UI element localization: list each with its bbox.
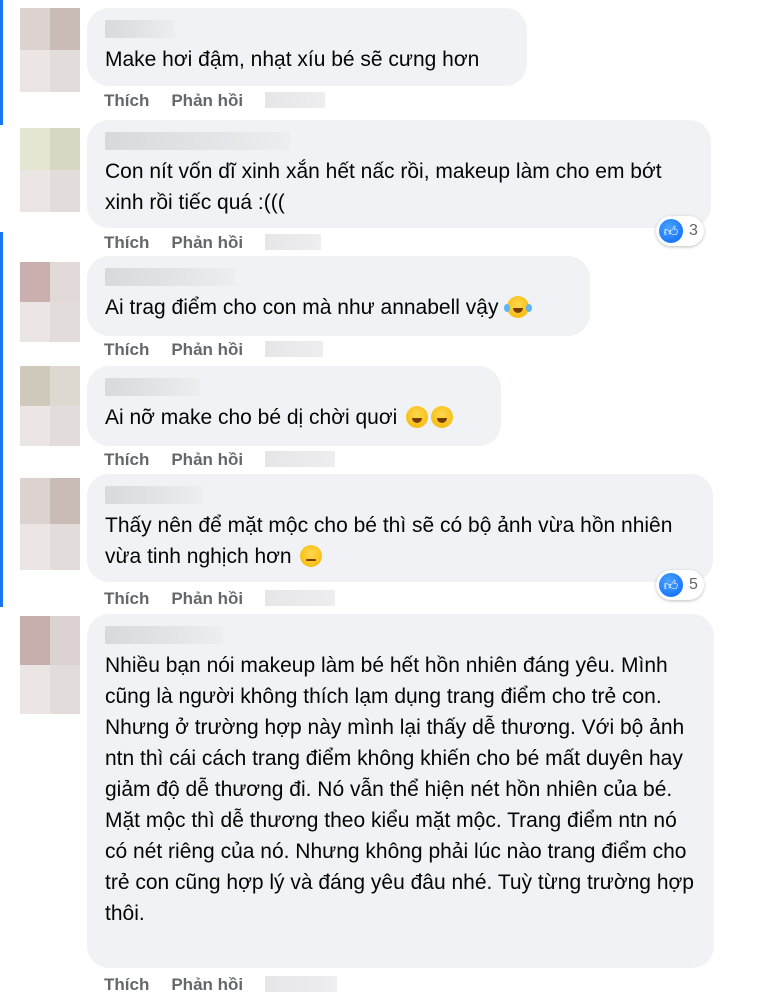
avatar[interactable]: [20, 478, 80, 570]
author-name-blurred[interactable]: [105, 20, 175, 38]
timestamp-blurred[interactable]: [265, 976, 338, 992]
comment-text: Ai trag điểm cho con mà như annabell vậy: [105, 292, 576, 323]
like-link[interactable]: Thích: [104, 340, 149, 360]
grinning-squinting-emoji-icon: [431, 406, 454, 428]
like-link[interactable]: Thích: [104, 450, 149, 470]
reply-link[interactable]: Phản hồi: [171, 450, 243, 470]
grinning-squinting-emoji-icon: [406, 406, 429, 428]
relieved-face-emoji-icon: [300, 545, 323, 567]
reply-link[interactable]: Phản hồi: [171, 975, 243, 995]
comment-text: Ai nỡ make cho bé dị chời quơi: [105, 402, 487, 433]
comment-bubble: Nhiều bạn nói makeup làm bé hết hồn nhiê…: [87, 614, 714, 968]
like-thumb-icon: 👍︎: [659, 219, 683, 243]
comment-text-content: Ai trag điểm cho con mà như annabell vậy: [105, 296, 499, 319]
reply-link[interactable]: Phản hồi: [171, 91, 243, 111]
like-link[interactable]: Thích: [104, 589, 149, 609]
timestamp-blurred[interactable]: [265, 234, 322, 250]
comment-actions: Thích Phản hồi: [104, 233, 322, 253]
comment-actions: Thích Phản hồi: [104, 589, 336, 609]
reply-link[interactable]: Phản hồi: [171, 233, 243, 253]
timestamp-blurred[interactable]: [265, 92, 326, 108]
comment-actions: Thích Phản hồi: [104, 340, 324, 360]
reply-link[interactable]: Phản hồi: [171, 340, 243, 360]
like-thumb-icon: 👍︎: [659, 573, 683, 597]
avatar[interactable]: [20, 366, 80, 446]
comment-actions: Thích Phản hồi: [104, 91, 326, 111]
comment-bubble: Con nít vốn dĩ xinh xắn hết nấc rồi, mak…: [87, 120, 711, 228]
avatar[interactable]: [20, 616, 80, 714]
reaction-summary[interactable]: 👍︎ 3: [656, 216, 704, 246]
comment-text: Con nít vốn dĩ xinh xắn hết nấc rồi, mak…: [105, 160, 662, 214]
reaction-summary[interactable]: 👍︎ 5: [656, 570, 704, 600]
like-link[interactable]: Thích: [104, 91, 149, 111]
avatar[interactable]: [20, 262, 80, 342]
author-name-blurred[interactable]: [105, 378, 200, 396]
reaction-count: 3: [689, 222, 698, 239]
comment-bubble: Ai trag điểm cho con mà như annabell vậy: [87, 256, 590, 336]
like-link[interactable]: Thích: [104, 975, 149, 995]
comment-actions: Thích Phản hồi: [104, 450, 336, 470]
author-name-blurred[interactable]: [105, 268, 235, 286]
author-name-blurred[interactable]: [105, 486, 203, 504]
comment-text: Make hơi đậm, nhạt xíu bé sẽ cưng hơn: [105, 48, 480, 71]
comment-text: Nhiều bạn nói makeup làm bé hết hồn nhiê…: [105, 654, 694, 925]
reply-link[interactable]: Phản hồi: [171, 589, 243, 609]
author-name-blurred[interactable]: [105, 626, 223, 644]
avatar[interactable]: [20, 8, 80, 92]
avatar[interactable]: [20, 128, 80, 212]
comment-text-content: Ai nỡ make cho bé dị chời quơi: [105, 406, 398, 429]
timestamp-blurred[interactable]: [265, 451, 336, 467]
comment-bubble: Thấy nên để mặt mộc cho bé thì sẽ có bộ …: [87, 474, 713, 582]
comment-text-content: Thấy nên để mặt mộc cho bé thì sẽ có bộ …: [105, 514, 673, 568]
thread-indicator-line: [0, 0, 3, 125]
author-name-blurred[interactable]: [105, 132, 290, 150]
comment-actions: Thích Phản hồi: [104, 975, 338, 995]
comment-bubble: Ai nỡ make cho bé dị chời quơi: [87, 366, 501, 446]
comment-bubble: Make hơi đậm, nhạt xíu bé sẽ cưng hơn: [87, 8, 527, 86]
like-link[interactable]: Thích: [104, 233, 149, 253]
timestamp-blurred[interactable]: [265, 590, 336, 606]
thread-indicator-line: [0, 232, 3, 607]
timestamp-blurred[interactable]: [265, 341, 324, 357]
reaction-count: 5: [689, 576, 698, 593]
comment-text: Thấy nên để mặt mộc cho bé thì sẽ có bộ …: [105, 510, 699, 572]
laughing-crying-emoji-icon: [504, 296, 530, 318]
